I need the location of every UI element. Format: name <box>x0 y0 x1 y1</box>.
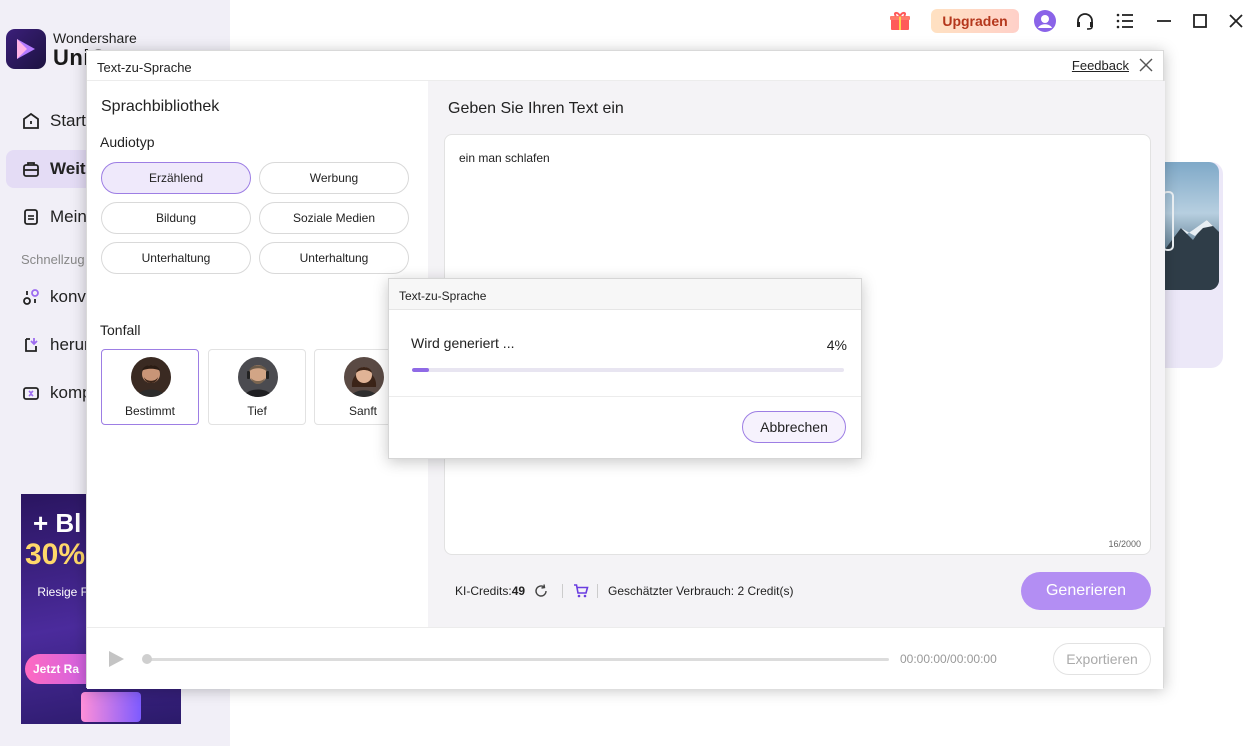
input-title: Geben Sie Ihren Text ein <box>448 100 624 117</box>
voice-label: Bestimmt <box>124 404 175 418</box>
input-text: ein man schlafen <box>459 151 550 165</box>
minimize-icon[interactable] <box>1152 9 1176 33</box>
divider <box>597 584 599 598</box>
progress-bar-fill <box>412 368 430 372</box>
toolbox-icon <box>20 158 42 180</box>
chip-soziale-medien[interactable]: Soziale Medien <box>259 202 409 234</box>
library-title: Sprachbibliothek <box>101 98 220 115</box>
voice-card-tief[interactable]: Tief <box>208 349 306 425</box>
app-logo <box>6 29 46 69</box>
nav-item-label: Weit <box>50 159 86 178</box>
credits-label: KI-Credits: <box>455 584 512 598</box>
time-display: 00:00:00/00:00:00 <box>900 652 997 666</box>
progress-percent: 4% <box>826 337 847 353</box>
feedback-link[interactable]: Feedback <box>1072 58 1129 73</box>
voice-avatar <box>238 357 278 397</box>
feature-card-image <box>1163 162 1219 290</box>
play-icon[interactable] <box>107 650 125 668</box>
download-icon <box>20 334 42 356</box>
brand-top: Wondershare <box>53 30 137 46</box>
credits-bar: KI-Credits: 49 Geschätzter Verbrauch: 2 C… <box>455 583 793 599</box>
promo-line2: 30% <box>25 538 86 571</box>
voice-library-panel: Sprachbibliothek Audiotyp Erzählend Werb… <box>87 81 428 627</box>
avatar-icon[interactable] <box>1033 9 1057 33</box>
close-window-icon[interactable] <box>1224 9 1248 33</box>
convert-icon <box>20 286 42 308</box>
quick-access-label: Schnellzug <box>21 252 85 267</box>
voice-avatar <box>344 357 384 397</box>
generate-button[interactable]: Generieren <box>1021 572 1151 610</box>
voice-avatar <box>131 357 171 397</box>
progress-modal: Text-zu-Sprache Wird generiert ... 4% Ab… <box>388 278 862 459</box>
chip-erzaehlend[interactable]: Erzählend <box>101 162 251 194</box>
support-headset-icon[interactable] <box>1073 9 1097 33</box>
audiotype-label: Audiotyp <box>100 134 155 150</box>
modal-header: Text-zu-Sprache <box>389 279 861 310</box>
background-feature-card <box>1163 162 1223 368</box>
voice-label: Tief <box>247 404 267 418</box>
home-icon <box>20 110 42 132</box>
modal-title: Text-zu-Sprache <box>399 289 487 303</box>
maximize-icon[interactable] <box>1188 9 1212 33</box>
chip-unterhaltung-2[interactable]: Unterhaltung <box>259 242 409 274</box>
seek-bar[interactable] <box>143 658 889 661</box>
upgrade-button[interactable]: Upgraden <box>931 9 1019 33</box>
gift-icon[interactable] <box>888 9 912 33</box>
estimated-usage: Geschätzter Verbrauch: 2 Credit(s) <box>608 584 794 598</box>
promo-gift-graphic <box>81 692 141 722</box>
credits-value: 49 <box>511 584 526 598</box>
menu-icon[interactable] <box>1113 9 1137 33</box>
dialog-title: Text-zu-Sprache <box>97 60 192 75</box>
chip-werbung[interactable]: Werbung <box>259 162 409 194</box>
document-icon <box>20 206 42 228</box>
progress-status: Wird generiert ... <box>411 335 515 351</box>
char-counter: 16/2000 <box>1108 539 1141 549</box>
voice-card-bestimmt[interactable]: Bestimmt <box>101 349 199 425</box>
compress-icon <box>20 382 42 404</box>
refresh-icon[interactable] <box>534 584 548 598</box>
divider <box>389 396 861 397</box>
quick-item-label: konv <box>50 287 86 306</box>
cart-icon[interactable] <box>573 583 589 599</box>
promo-line1: + Bl <box>33 508 82 538</box>
tone-label: Tonfall <box>100 322 141 338</box>
progress-bar <box>412 368 844 372</box>
divider <box>562 584 564 598</box>
cancel-button[interactable]: Abbrechen <box>742 411 846 443</box>
export-button[interactable]: Exportieren <box>1053 643 1151 675</box>
dialog-header: Text-zu-Sprache Feedback <box>87 51 1163 81</box>
audio-player: 00:00:00/00:00:00 Exportieren <box>87 627 1163 689</box>
chip-unterhaltung-1[interactable]: Unterhaltung <box>101 242 251 274</box>
seek-handle[interactable] <box>142 654 152 664</box>
close-icon[interactable] <box>1139 58 1153 72</box>
chip-bildung[interactable]: Bildung <box>101 202 251 234</box>
